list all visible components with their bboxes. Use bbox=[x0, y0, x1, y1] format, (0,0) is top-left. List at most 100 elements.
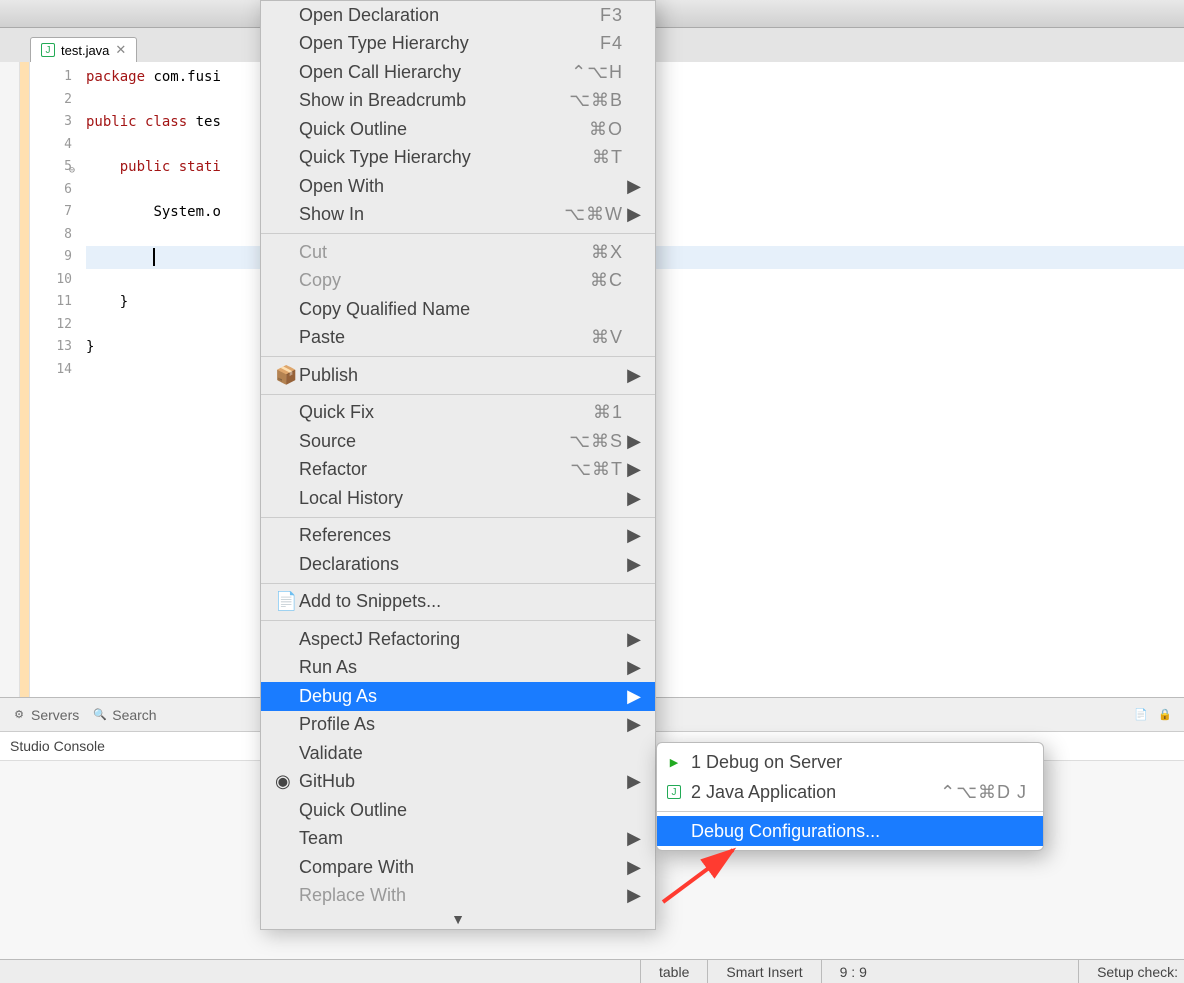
menu-shortcut: ⌥⌘W bbox=[564, 204, 623, 225]
menu-item-profile-as[interactable]: Profile As▶ bbox=[261, 711, 655, 740]
submenu-item-debug-configurations[interactable]: Debug Configurations... bbox=[657, 816, 1043, 846]
search-icon: 🔍 bbox=[93, 708, 107, 722]
search-tab[interactable]: 🔍 Search bbox=[93, 707, 156, 723]
left-margin bbox=[0, 62, 20, 697]
editor-tab[interactable]: J test.java ✕ bbox=[30, 37, 137, 62]
chevron-right-icon: ▶ bbox=[623, 686, 641, 707]
menu-separator bbox=[261, 356, 655, 357]
menu-item-icon: 📄 bbox=[275, 591, 299, 612]
menu-item-publish[interactable]: 📦Publish▶ bbox=[261, 361, 655, 390]
menu-item-open-type-hierarchy[interactable]: Open Type HierarchyF4 bbox=[261, 30, 655, 59]
line-number: 14 bbox=[30, 359, 72, 382]
menu-item-debug-as[interactable]: Debug As▶ bbox=[261, 682, 655, 711]
menu-item-label: Add to Snippets... bbox=[299, 591, 623, 612]
chevron-right-icon: ▶ bbox=[623, 488, 641, 509]
menu-item-paste[interactable]: Paste⌘V bbox=[261, 324, 655, 353]
menu-item-label: Refactor bbox=[299, 459, 570, 480]
editor-context-menu[interactable]: Open DeclarationF3Open Type HierarchyF4O… bbox=[260, 0, 656, 930]
servers-icon: ⚙ bbox=[12, 708, 26, 722]
submenu-item-icon: J bbox=[667, 785, 691, 799]
menu-item-source[interactable]: Source⌥⌘S▶ bbox=[261, 427, 655, 456]
close-icon[interactable]: ✕ bbox=[115, 42, 126, 58]
menu-item-quick-type-hierarchy[interactable]: Quick Type Hierarchy⌘T bbox=[261, 144, 655, 173]
submenu-item-java-application[interactable]: J2 Java Application⌃⌥⌘D J bbox=[657, 777, 1043, 807]
menu-item-label: Quick Outline bbox=[299, 119, 589, 140]
menu-shortcut: ⌃⌥⌘D J bbox=[940, 782, 1027, 803]
line-number: 10 bbox=[30, 269, 72, 292]
menu-item-label: Show In bbox=[299, 204, 564, 225]
line-number: 3 bbox=[30, 111, 72, 134]
menu-item-label: Profile As bbox=[299, 714, 623, 735]
menu-item-validate[interactable]: Validate bbox=[261, 739, 655, 768]
menu-item-github[interactable]: ◉GitHub▶ bbox=[261, 768, 655, 797]
menu-shortcut: ⌥⌘T bbox=[570, 459, 623, 480]
menu-item-declarations[interactable]: Declarations▶ bbox=[261, 550, 655, 579]
menu-item-label: Replace With bbox=[299, 885, 623, 906]
menu-item-label: Open Declaration bbox=[299, 5, 600, 26]
menu-item-add-to-snippets[interactable]: 📄Add to Snippets... bbox=[261, 588, 655, 617]
status-insert-mode: Smart Insert bbox=[707, 960, 820, 983]
menu-item-icon: 📦 bbox=[275, 365, 299, 386]
menu-item-team[interactable]: Team▶ bbox=[261, 825, 655, 854]
menu-shortcut: ⌘X bbox=[591, 242, 623, 263]
line-number-gutter: 12345⊖67891011121314 bbox=[30, 62, 78, 697]
menu-item-quick-outline[interactable]: Quick Outline⌘O bbox=[261, 115, 655, 144]
menu-separator bbox=[657, 811, 1043, 812]
debug-as-submenu[interactable]: ▶1 Debug on ServerJ2 Java Application⌃⌥⌘… bbox=[656, 742, 1044, 851]
menu-separator bbox=[261, 517, 655, 518]
menu-item-local-history[interactable]: Local History▶ bbox=[261, 484, 655, 513]
menu-item-label: Quick Type Hierarchy bbox=[299, 147, 592, 168]
menu-item-cut: Cut⌘X bbox=[261, 238, 655, 267]
menu-item-run-as[interactable]: Run As▶ bbox=[261, 654, 655, 683]
status-cursor-position: 9 : 9 bbox=[821, 960, 885, 983]
menu-item-open-call-hierarchy[interactable]: Open Call Hierarchy⌃⌥H bbox=[261, 58, 655, 87]
status-bar: table Smart Insert 9 : 9 Setup check: bbox=[0, 959, 1184, 983]
chevron-right-icon: ▶ bbox=[623, 554, 641, 575]
menu-item-label: Copy Qualified Name bbox=[299, 299, 623, 320]
submenu-item-debug-on-server[interactable]: ▶1 Debug on Server bbox=[657, 747, 1043, 777]
menu-item-label: Show in Breadcrumb bbox=[299, 90, 569, 111]
menu-item-label: Local History bbox=[299, 488, 623, 509]
menu-item-quick-fix[interactable]: Quick Fix⌘1 bbox=[261, 399, 655, 428]
menu-item-open-declaration[interactable]: Open DeclarationF3 bbox=[261, 1, 655, 30]
clear-console-icon[interactable]: 📄 bbox=[1134, 708, 1148, 722]
menu-separator bbox=[261, 583, 655, 584]
menu-item-show-in-breadcrumb[interactable]: Show in Breadcrumb⌥⌘B bbox=[261, 87, 655, 116]
menu-item-aspectj-refactoring[interactable]: AspectJ Refactoring▶ bbox=[261, 625, 655, 654]
lock-icon[interactable]: 🔒 bbox=[1158, 708, 1172, 722]
menu-item-refactor[interactable]: Refactor⌥⌘T▶ bbox=[261, 456, 655, 485]
menu-item-label: AspectJ Refactoring bbox=[299, 629, 623, 650]
line-number: 7 bbox=[30, 201, 72, 224]
menu-item-show-in[interactable]: Show In⌥⌘W▶ bbox=[261, 201, 655, 230]
chevron-right-icon: ▶ bbox=[623, 857, 641, 878]
menu-item-label: Open Call Hierarchy bbox=[299, 62, 571, 83]
status-setup-check: Setup check: bbox=[1078, 960, 1184, 983]
servers-tab[interactable]: ⚙ Servers bbox=[12, 707, 79, 723]
chevron-right-icon: ▶ bbox=[623, 431, 641, 452]
menu-item-label: Copy bbox=[299, 270, 590, 291]
menu-item-icon: ◉ bbox=[275, 771, 299, 792]
menu-item-quick-outline[interactable]: Quick Outline bbox=[261, 796, 655, 825]
submenu-item-icon: ▶ bbox=[667, 755, 691, 769]
menu-item-copy-qualified-name[interactable]: Copy Qualified Name bbox=[261, 295, 655, 324]
line-number: 13 bbox=[30, 336, 72, 359]
menu-scroll-down-icon[interactable]: ▼ bbox=[261, 910, 655, 929]
menu-shortcut: ⌘1 bbox=[593, 402, 623, 423]
menu-item-replace-with: Replace With▶ bbox=[261, 882, 655, 911]
line-number: 9 bbox=[30, 246, 72, 269]
menu-item-label: Declarations bbox=[299, 554, 623, 575]
menu-item-label: Compare With bbox=[299, 857, 623, 878]
line-number: 11 bbox=[30, 291, 72, 314]
menu-item-label: Quick Fix bbox=[299, 402, 593, 423]
menu-item-open-with[interactable]: Open With▶ bbox=[261, 172, 655, 201]
tab-filename: test.java bbox=[61, 43, 109, 58]
submenu-item-label: 1 Debug on Server bbox=[691, 752, 1027, 773]
menu-item-references[interactable]: References▶ bbox=[261, 522, 655, 551]
menu-item-compare-with[interactable]: Compare With▶ bbox=[261, 853, 655, 882]
line-number: 12 bbox=[30, 314, 72, 337]
line-number: 4 bbox=[30, 134, 72, 157]
line-number: 6 bbox=[30, 179, 72, 202]
menu-item-label: Cut bbox=[299, 242, 591, 263]
chevron-right-icon: ▶ bbox=[623, 828, 641, 849]
menu-shortcut: ⌘C bbox=[590, 270, 623, 291]
